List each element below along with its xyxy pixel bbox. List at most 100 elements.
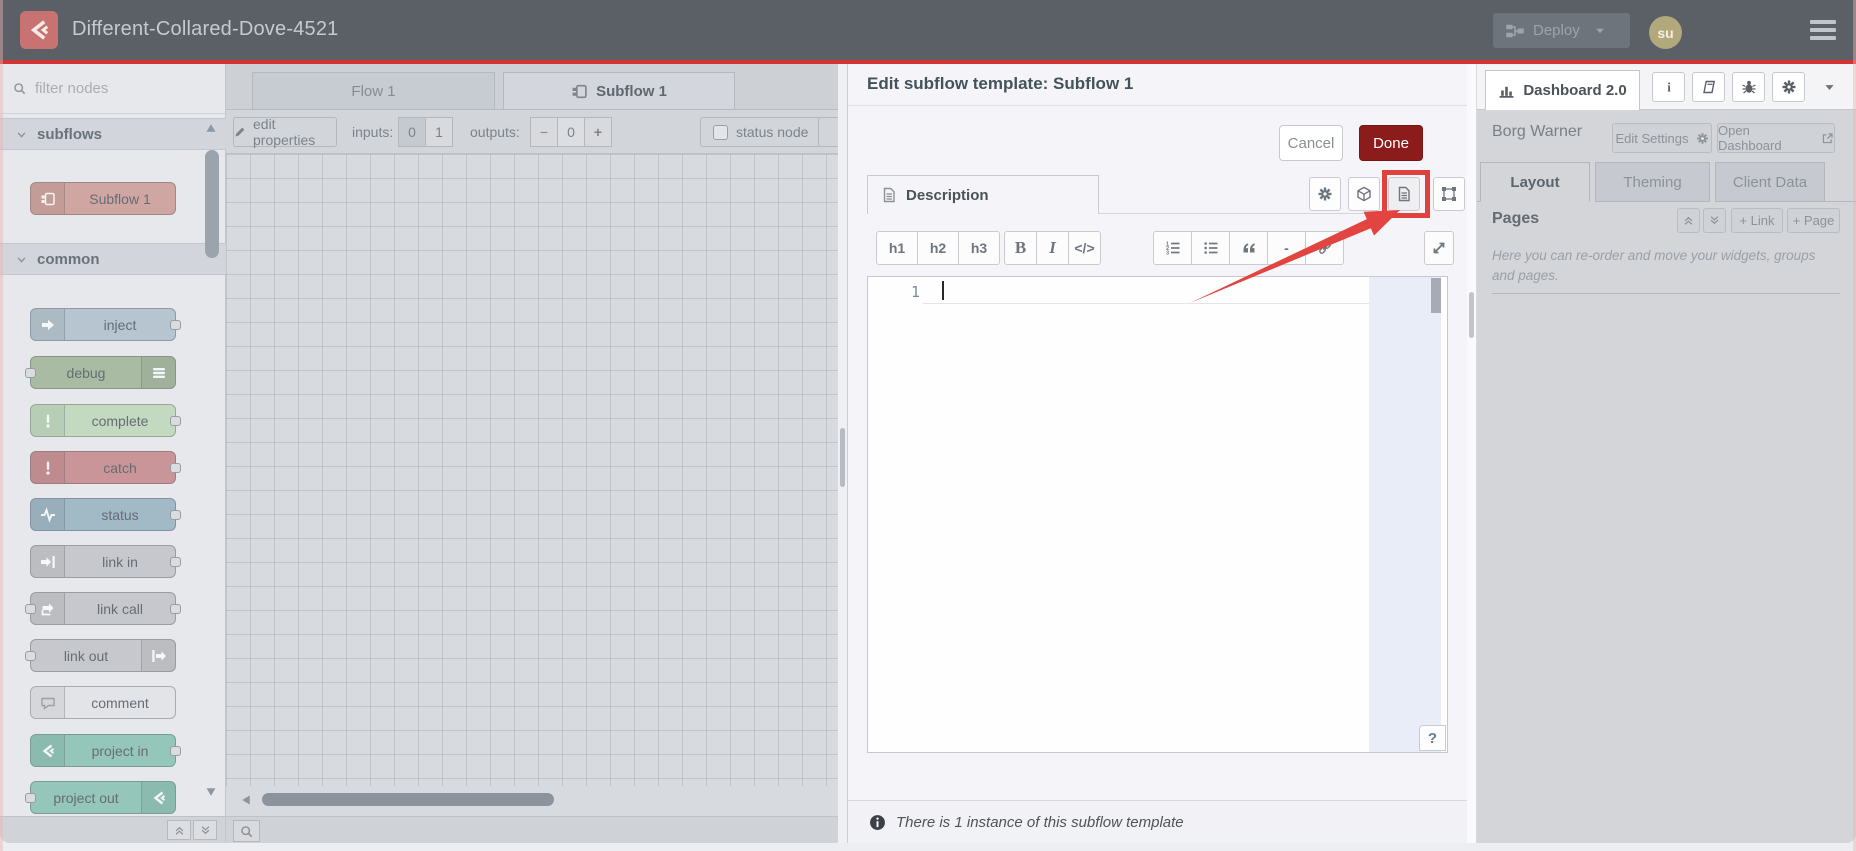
user-avatar[interactable]: su (1649, 16, 1682, 49)
palette-node-complete[interactable]: complete (30, 404, 181, 437)
palette-scroll-up-icon[interactable] (204, 122, 218, 134)
heading-2-button[interactable]: h2 (917, 231, 959, 265)
sidebar-gear-button[interactable] (1772, 72, 1805, 102)
canvas-vertical-scrollbar[interactable] (838, 64, 847, 843)
chevron-down-icon[interactable] (1594, 25, 1606, 37)
palette-search[interactable] (0, 64, 225, 114)
palette-node-link-out[interactable]: link out (25, 639, 176, 672)
palette-node-debug[interactable]: debug (25, 356, 176, 389)
move-down-button[interactable] (1703, 208, 1726, 233)
heading-1-button[interactable]: h1 (876, 231, 918, 265)
horizontal-rule-button[interactable]: - (1267, 231, 1306, 265)
palette-node-status[interactable]: status (30, 498, 181, 531)
editor-scroll-thumb[interactable] (1431, 278, 1441, 313)
done-button[interactable]: Done (1359, 125, 1423, 161)
deploy-button[interactable]: Deploy (1493, 13, 1630, 48)
appearance-section-button[interactable] (1433, 177, 1465, 211)
palette-search-input[interactable] (35, 80, 185, 97)
deploy-label: Deploy (1533, 22, 1580, 39)
palette-node-project-in[interactable]: project in (30, 734, 181, 767)
palette-node-project-out[interactable]: project out (25, 781, 176, 814)
tab-subflow-1[interactable]: Subflow 1 (503, 72, 735, 110)
open-dashboard-button[interactable]: Open Dashboard (1717, 123, 1835, 153)
bold-button[interactable]: B (1004, 231, 1037, 265)
canvas-horizontal-scrollbar[interactable] (226, 786, 838, 813)
sidebar-tab-bar: Dashboard 2.0 i (1477, 64, 1856, 110)
cancel-button[interactable]: Cancel (1279, 125, 1343, 161)
sidebar-bug-button[interactable] (1732, 72, 1765, 102)
edit-settings-button[interactable]: Edit Settings (1612, 123, 1712, 153)
expand-all-button[interactable] (193, 820, 217, 840)
tray-scroll-thumb[interactable] (1469, 292, 1474, 338)
chevron-down-icon[interactable] (1823, 81, 1836, 94)
palette-node-comment[interactable]: comment (30, 686, 176, 719)
code-button[interactable]: </> (1068, 231, 1101, 265)
tray-scrollbar[interactable] (1467, 64, 1477, 843)
pages-heading: Pages (1492, 210, 1540, 227)
sidebar-info-button[interactable]: i (1652, 72, 1685, 102)
add-link-button[interactable]: + Link (1731, 208, 1783, 233)
flow-canvas[interactable] (226, 154, 838, 786)
palette-category-common[interactable]: common (0, 243, 226, 275)
node-output-port (170, 463, 181, 473)
status-node-label: status node (736, 124, 809, 140)
edit-properties-button[interactable]: edit properties (233, 116, 337, 148)
inputs-option-0[interactable]: 0 (398, 117, 426, 147)
palette-category-subflows[interactable]: subflows (0, 118, 226, 150)
palette-node-Subflow-1[interactable]: Subflow 1 (30, 182, 176, 215)
node-label: inject (103, 316, 137, 333)
description-tab-label: Description (906, 186, 989, 204)
node-label: project out (53, 789, 119, 806)
tab-layout[interactable]: Layout (1480, 162, 1590, 202)
palette-node-inject[interactable]: inject (30, 308, 181, 341)
insert-link-button[interactable] (1305, 231, 1344, 265)
app-window: Different-Collared-Dove-4521 Deploy su s… (0, 0, 1856, 843)
scroll-left-icon[interactable] (240, 793, 252, 807)
tab-theming[interactable]: Theming (1595, 162, 1710, 202)
editor-help-button[interactable]: ? (1419, 725, 1446, 751)
status-node-checkbox[interactable] (713, 124, 728, 140)
status-node-toggle[interactable]: status node (700, 117, 822, 147)
pages-divider (1492, 293, 1840, 294)
description-tab[interactable]: Description (867, 175, 1099, 214)
vertical-scroll-thumb[interactable] (840, 428, 845, 487)
link-in-icon (40, 554, 56, 570)
sidebar-book-button[interactable] (1692, 72, 1725, 102)
palette-node-link-call[interactable]: link call (25, 592, 181, 625)
palette-scroll-down-icon[interactable] (204, 786, 218, 798)
ordered-list-button[interactable]: 123 (1153, 231, 1192, 265)
editor-scroll-track (1369, 277, 1441, 752)
markdown-editor[interactable]: 1 ? (867, 276, 1448, 753)
outputs-increment-button[interactable]: + (584, 117, 612, 147)
italic-button[interactable]: I (1036, 231, 1069, 265)
unordered-list-button[interactable] (1191, 231, 1230, 265)
inputs-option-1[interactable]: 1 (425, 117, 453, 147)
add-page-button[interactable]: + Page (1787, 208, 1840, 233)
horizontal-scroll-thumb[interactable] (262, 793, 554, 806)
properties-section-button[interactable] (1309, 177, 1341, 211)
heading-3-button[interactable]: h3 (958, 231, 1000, 265)
workspace-footer (226, 816, 838, 843)
outputs-decrement-button[interactable]: − (530, 117, 558, 147)
tab-flow-1[interactable]: Flow 1 (252, 72, 495, 110)
category-label: subflows (37, 125, 103, 143)
blockquote-button[interactable] (1229, 231, 1268, 265)
palette-scrollbar-thumb[interactable] (205, 150, 219, 258)
file-text-icon (881, 187, 897, 203)
insert-link-icon (1317, 240, 1333, 256)
palette-node-link-in[interactable]: link in (30, 545, 181, 578)
category-label: common (37, 250, 100, 268)
search-flows-button[interactable] (233, 820, 260, 842)
tab-dashboard-2-0[interactable]: Dashboard 2.0 (1485, 70, 1640, 110)
expand-editor-button[interactable] (1424, 231, 1454, 265)
main-menu-button[interactable] (1810, 20, 1836, 40)
exclamation-icon (40, 413, 56, 429)
palette-node-catch[interactable]: catch (30, 451, 181, 484)
module-section-button[interactable] (1348, 177, 1380, 211)
tab-client-data[interactable]: Client Data (1715, 162, 1825, 202)
collapse-all-button[interactable] (167, 820, 191, 840)
move-up-button[interactable] (1677, 208, 1700, 233)
italic-label: I (1049, 238, 1056, 257)
heading-2-label: h2 (929, 240, 947, 256)
pulse-icon (40, 506, 56, 523)
